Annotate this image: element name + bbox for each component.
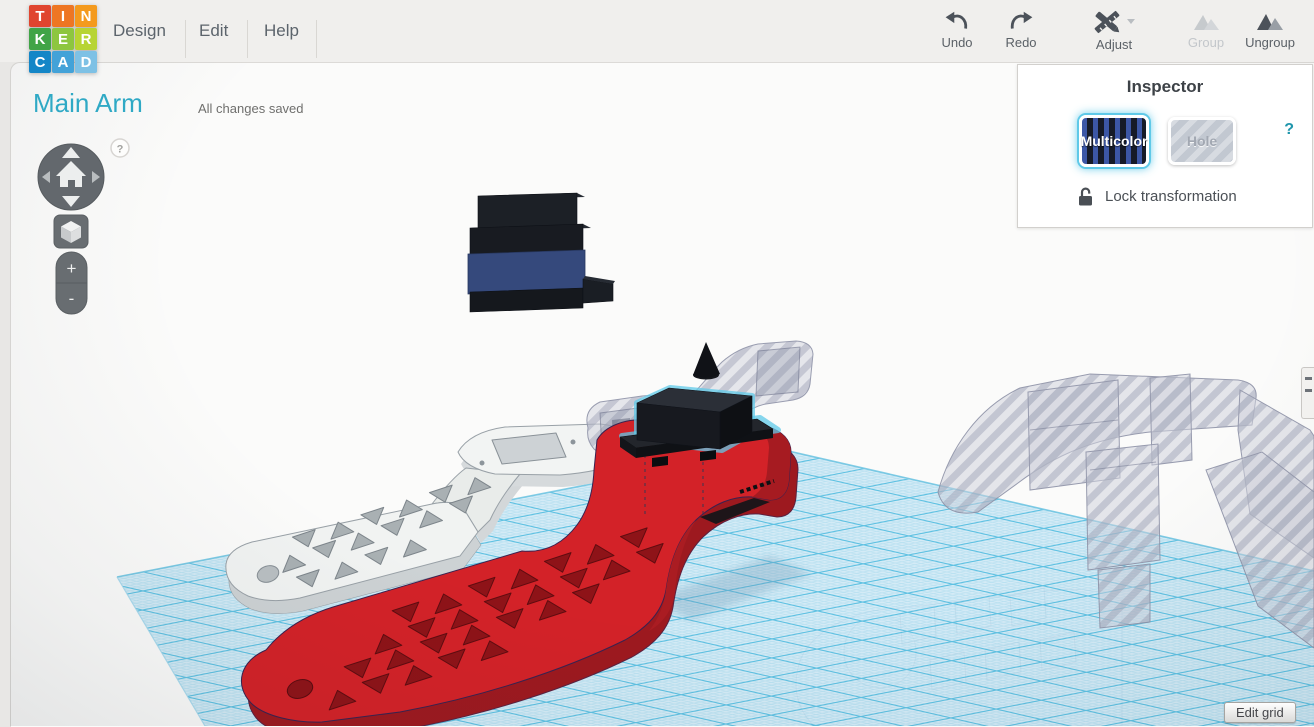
adjust-icon <box>1094 10 1135 34</box>
color-swatch-multicolor[interactable]: Multicolor <box>1079 115 1149 167</box>
redo-button[interactable]: Redo <box>983 10 1059 60</box>
menu-edit[interactable]: Edit <box>199 0 228 62</box>
ungroup-icon <box>1257 14 1283 30</box>
zoom-in-button[interactable]: + <box>67 259 77 278</box>
inspector-help-link[interactable]: ? <box>1284 121 1294 139</box>
view-help-bubble[interactable]: ? <box>110 138 130 158</box>
design-title[interactable]: Main Arm <box>33 88 143 119</box>
color-swatch-hole[interactable]: Hole <box>1168 117 1236 165</box>
redo-icon <box>1010 11 1033 29</box>
ungroup-button[interactable]: Ungroup <box>1232 10 1308 60</box>
menu-separator <box>185 20 186 58</box>
inspector-title: Inspector <box>1126 77 1204 96</box>
app-header: Design Edit Help Undo Redo Adjust Group … <box>0 0 1314 62</box>
adjust-button[interactable]: Adjust <box>1076 10 1152 60</box>
tinkercad-app: { "header": { "logo": { "rows": [["T","I… <box>0 0 1314 727</box>
unlocked-padlock-icon <box>1079 187 1092 206</box>
menu-help[interactable]: Help <box>264 0 299 62</box>
inspector-panel: Inspector Multicolor Hole ? Lock transfo… <box>1017 64 1313 228</box>
lock-transformation-toggle[interactable]: Lock transformation <box>1078 187 1237 206</box>
menu-separator <box>316 20 317 58</box>
menu-design[interactable]: Design <box>113 0 166 62</box>
zoom-controls[interactable]: + - <box>55 251 88 315</box>
save-status: All changes saved <box>198 101 304 116</box>
isometric-view-button[interactable] <box>53 214 89 249</box>
edit-grid-button[interactable]: Edit grid <box>1224 702 1296 723</box>
help-icon: ? <box>117 144 124 156</box>
zoom-out-button[interactable]: - <box>69 289 75 308</box>
group-icon <box>1194 15 1219 30</box>
cutoff-side-panel[interactable] <box>1301 367 1314 419</box>
menu-separator <box>247 20 248 58</box>
dropdown-caret-icon <box>1127 19 1135 24</box>
view-compass[interactable] <box>37 143 105 211</box>
undo-icon <box>945 11 968 29</box>
tinkercad-logo[interactable]: T I N K E R C A D <box>29 5 99 75</box>
